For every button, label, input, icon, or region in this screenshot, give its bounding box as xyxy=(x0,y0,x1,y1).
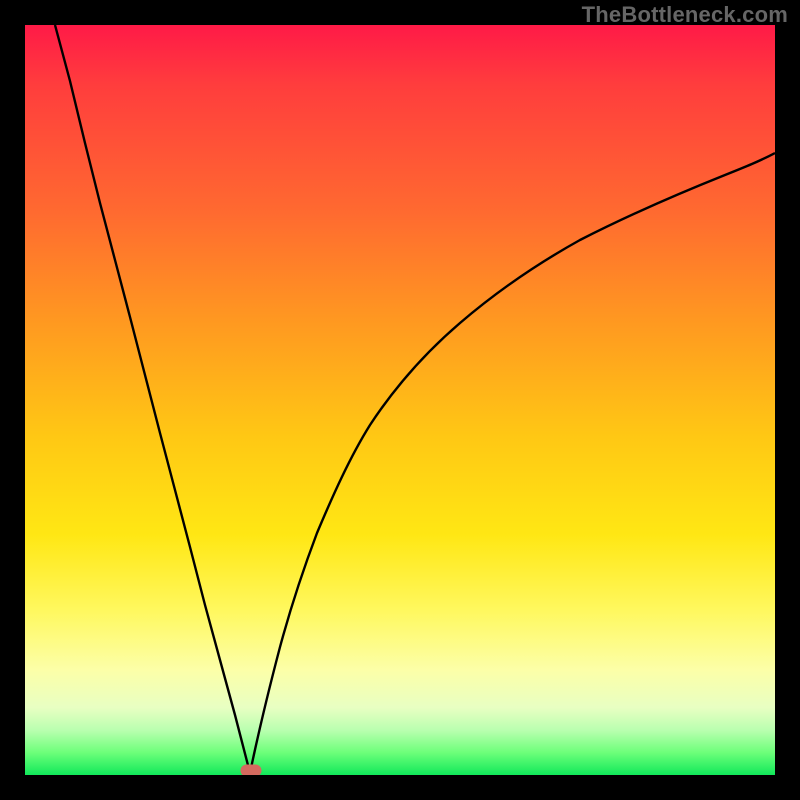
bottleneck-curve xyxy=(25,25,775,775)
curve-left-branch xyxy=(55,25,250,773)
minimum-marker xyxy=(241,765,261,775)
plot-area xyxy=(25,25,775,775)
chart-frame: TheBottleneck.com xyxy=(0,0,800,800)
watermark-text: TheBottleneck.com xyxy=(582,2,788,28)
curve-right-branch xyxy=(250,153,775,773)
